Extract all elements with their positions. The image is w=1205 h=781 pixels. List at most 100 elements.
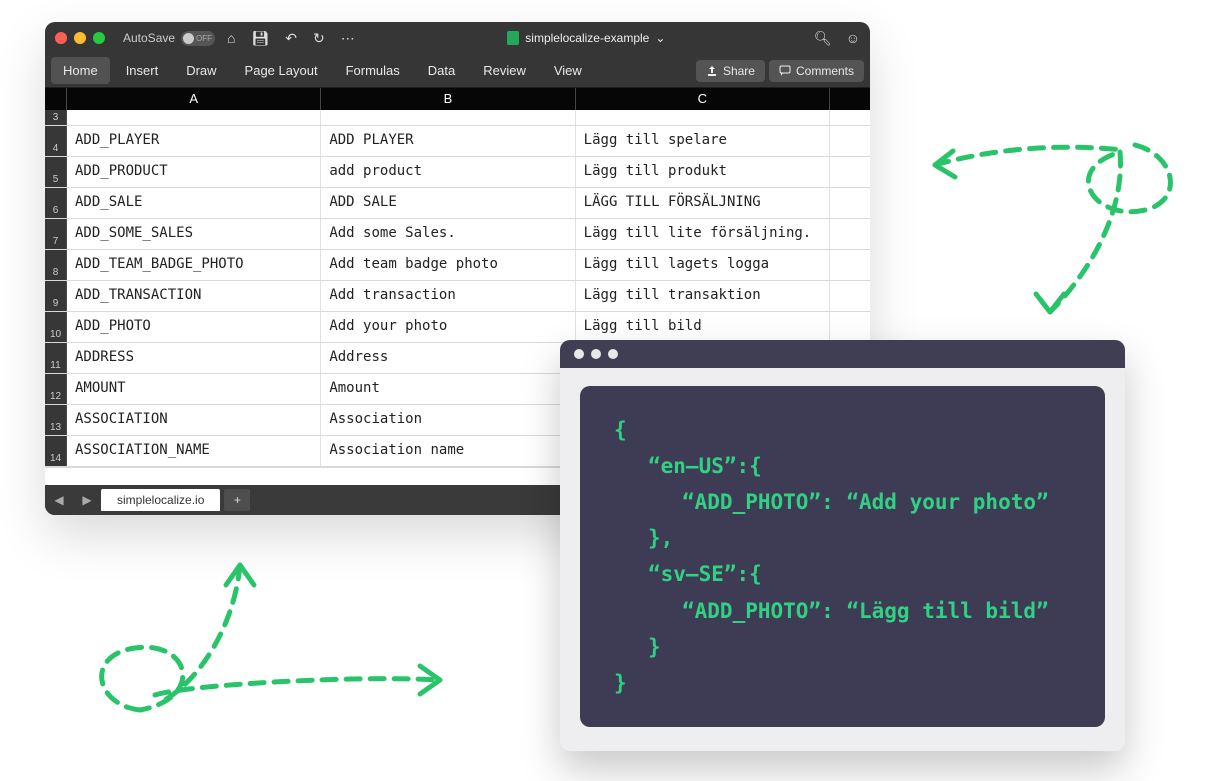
- redo-icon[interactable]: ↻: [309, 30, 329, 47]
- account-icon[interactable]: ☺: [846, 30, 860, 47]
- save-icon[interactable]: 💾︎: [248, 30, 274, 47]
- cell-key[interactable]: ADD_PLAYER: [67, 126, 321, 156]
- code-line: }: [614, 665, 1071, 701]
- cell-tail[interactable]: [830, 219, 870, 249]
- cell-tail[interactable]: [830, 188, 870, 218]
- code-line: “ADD_PHOTO”: “Add your photo”: [614, 484, 1071, 520]
- ribbon-tab-data[interactable]: Data: [416, 57, 467, 84]
- cell-key[interactable]: ADD_TEAM_BADGE_PHOTO: [67, 250, 321, 280]
- cell-tail[interactable]: [830, 281, 870, 311]
- zoom-icon[interactable]: [608, 349, 618, 359]
- undo-icon[interactable]: ↶: [281, 30, 301, 47]
- sheet-prev-icon[interactable]: ◀: [45, 493, 73, 507]
- comments-icon: [779, 65, 791, 77]
- cell-en[interactable]: Add transaction: [321, 281, 575, 311]
- ribbon-tab-page-layout[interactable]: Page Layout: [233, 57, 330, 84]
- cell-en[interactable]: Address: [321, 343, 575, 373]
- table-row: 8ADD_TEAM_BADGE_PHOTOAdd team badge phot…: [45, 250, 870, 281]
- minimize-icon[interactable]: [591, 349, 601, 359]
- minimize-icon[interactable]: [74, 32, 86, 44]
- cell-en[interactable]: Add some Sales.: [321, 219, 575, 249]
- code-line: },: [614, 520, 1071, 556]
- cell-key[interactable]: ADD_PHOTO: [67, 312, 321, 342]
- ribbon-tab-formulas[interactable]: Formulas: [334, 57, 412, 84]
- row-header[interactable]: 9: [45, 281, 67, 311]
- cell-tail[interactable]: [830, 126, 870, 156]
- row-header[interactable]: 14: [45, 436, 67, 466]
- home-icon[interactable]: ⌂: [223, 30, 239, 46]
- ribbon-tab-draw[interactable]: Draw: [174, 57, 228, 84]
- row-header[interactable]: 3: [45, 110, 67, 125]
- cell-en[interactable]: Add your photo: [321, 312, 575, 342]
- document-title: simplelocalize-example ⌄: [367, 31, 806, 45]
- table-row: 4ADD_PLAYERADD PLAYERLägg till spelare: [45, 126, 870, 157]
- close-icon[interactable]: [574, 349, 584, 359]
- ribbon-tab-insert[interactable]: Insert: [114, 57, 171, 84]
- autosave-toggle[interactable]: AutoSave OFF: [123, 31, 215, 46]
- cell-tail[interactable]: [830, 312, 870, 342]
- autosave-label: AutoSave: [123, 31, 175, 45]
- cell-en[interactable]: Amount: [321, 374, 575, 404]
- cell-en[interactable]: ADD SALE: [321, 188, 575, 218]
- cell-key[interactable]: ADD_PRODUCT: [67, 157, 321, 187]
- cell-sv[interactable]: Lägg till transaktion: [576, 281, 830, 311]
- column-header-tail: [830, 88, 870, 110]
- cell-key[interactable]: ADD_SALE: [67, 188, 321, 218]
- cell-key[interactable]: ASSOCIATION_NAME: [67, 436, 321, 466]
- autosave-switch[interactable]: OFF: [181, 31, 215, 46]
- ribbon-tab-review[interactable]: Review: [471, 57, 538, 84]
- cell-en[interactable]: Association: [321, 405, 575, 435]
- add-sheet-button[interactable]: +: [224, 489, 250, 511]
- cell-key[interactable]: ASSOCIATION: [67, 405, 321, 435]
- row-header[interactable]: 6: [45, 188, 67, 218]
- close-icon[interactable]: [55, 32, 67, 44]
- share-button[interactable]: Share: [696, 60, 765, 82]
- row-header[interactable]: 4: [45, 126, 67, 156]
- share-icon: [706, 65, 718, 77]
- cell-key[interactable]: ADD_SOME_SALES: [67, 219, 321, 249]
- cell-en[interactable]: ADD PLAYER: [321, 126, 575, 156]
- cell-sv[interactable]: Lägg till lagets logga: [576, 250, 830, 280]
- cell-sv[interactable]: Lägg till produkt: [576, 157, 830, 187]
- cell-sv[interactable]: Lägg till bild: [576, 312, 830, 342]
- cell-key[interactable]: AMOUNT: [67, 374, 321, 404]
- column-header-A[interactable]: A: [67, 88, 321, 110]
- cell-key[interactable]: ADD_TRANSACTION: [67, 281, 321, 311]
- cell-sv[interactable]: Lägg till lite försäljning.: [576, 219, 830, 249]
- cell-en[interactable]: Association name: [321, 436, 575, 466]
- sheet-tab[interactable]: simplelocalize.io: [101, 489, 220, 511]
- code-line: {: [614, 412, 1071, 448]
- cell-sv[interactable]: LÄGG TILL FÖRSÄLJNING: [576, 188, 830, 218]
- cell-en[interactable]: Add team badge photo: [321, 250, 575, 280]
- code-block: {“en–US”:{“ADD_PHOTO”: “Add your photo”}…: [580, 386, 1105, 727]
- row-header[interactable]: 11: [45, 343, 67, 373]
- cell-en[interactable]: add product: [321, 157, 575, 187]
- zoom-icon[interactable]: [93, 32, 105, 44]
- cell-tail[interactable]: [830, 250, 870, 280]
- window-controls: [55, 32, 105, 44]
- document-caret[interactable]: ⌄: [655, 31, 665, 45]
- search-icon[interactable]: 🔍︎: [814, 30, 832, 47]
- select-all-cell[interactable]: [45, 88, 67, 110]
- row-header[interactable]: 13: [45, 405, 67, 435]
- column-header-B[interactable]: B: [321, 88, 575, 110]
- column-header-C[interactable]: C: [576, 88, 830, 110]
- row-header[interactable]: 12: [45, 374, 67, 404]
- table-row: 3: [45, 110, 870, 126]
- row-header[interactable]: 8: [45, 250, 67, 280]
- row-header[interactable]: 10: [45, 312, 67, 342]
- comments-button[interactable]: Comments: [769, 60, 864, 82]
- ribbon: Home Insert Draw Page Layout Formulas Da…: [45, 54, 870, 88]
- sheet-next-icon[interactable]: ▶: [73, 493, 101, 507]
- code-window-titlebar: [560, 340, 1125, 368]
- row-header[interactable]: 5: [45, 157, 67, 187]
- more-icon[interactable]: ⋯: [337, 30, 359, 47]
- document-name: simplelocalize-example: [525, 31, 649, 45]
- ribbon-tab-home[interactable]: Home: [51, 57, 110, 84]
- row-header[interactable]: 7: [45, 219, 67, 249]
- cell-key[interactable]: ADDRESS: [67, 343, 321, 373]
- cell-sv[interactable]: Lägg till spelare: [576, 126, 830, 156]
- cell-tail[interactable]: [830, 157, 870, 187]
- table-row: 10ADD_PHOTOAdd your photoLägg till bild: [45, 312, 870, 343]
- ribbon-tab-view[interactable]: View: [542, 57, 594, 84]
